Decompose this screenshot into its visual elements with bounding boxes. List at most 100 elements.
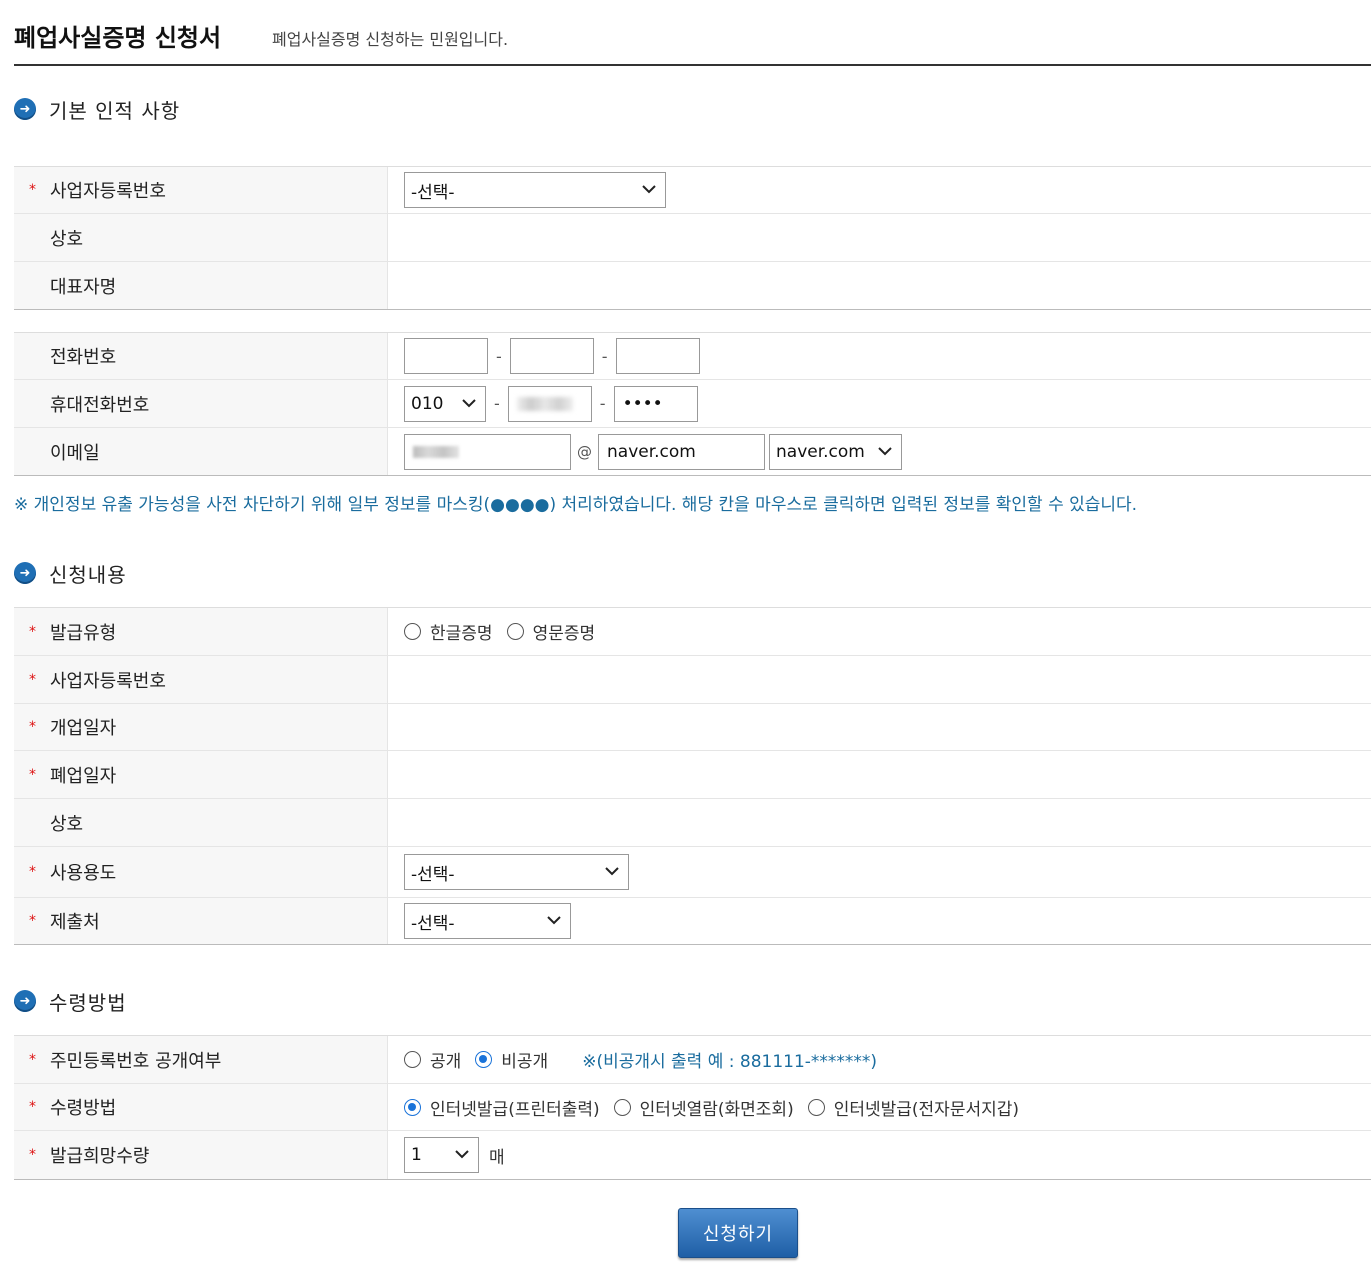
dash: -	[601, 346, 608, 366]
masked-value	[413, 445, 459, 458]
label-rrn-disclosure: 주민등록번호 공개여부	[50, 1050, 222, 1072]
radio-label: 영문증명	[532, 624, 596, 644]
chevron-down-icon	[605, 867, 619, 876]
label-submit-to: 제출처	[50, 912, 100, 933]
radio-internet-view[interactable]: 인터넷열람(화면조회)	[613, 1095, 794, 1120]
required-mark: *	[29, 1147, 36, 1163]
arrow-right-circle-icon: ➜	[14, 990, 36, 1012]
label-receipt-method: 수령방법	[50, 1098, 117, 1119]
row-rrn-disclosure: * 주민등록번호 공개여부 공개 비공개 ※(비공개시 출력 예 : 881111…	[14, 1036, 1371, 1084]
purpose-select-value: -선택-	[411, 864, 455, 885]
radio-rrn-public[interactable]: 공개	[404, 1047, 461, 1072]
copies-unit: 매	[489, 1147, 505, 1168]
radio-button[interactable]	[613, 1098, 631, 1116]
email-domain-input[interactable]: naver.com	[598, 433, 765, 470]
radio-button[interactable]	[506, 623, 524, 640]
row-issue-type: * 발급유형 한글증명 영문증명	[14, 608, 1371, 656]
section-application-header: ➜ 신청내용	[14, 558, 127, 588]
mobile-middle-input[interactable]	[507, 385, 592, 422]
radio-internet-wallet[interactable]: 인터넷발급(전자문서지갑)	[807, 1095, 1020, 1120]
radio-label: 인터넷발급(전자문서지갑)	[833, 1099, 1020, 1120]
section-receipt-header: ➜ 수령방법	[14, 986, 127, 1016]
masked-value	[516, 396, 573, 411]
purpose-select[interactable]: -선택-	[404, 854, 629, 890]
copies-select[interactable]: 1	[404, 1137, 479, 1173]
label-open-date: 개업일자	[50, 718, 117, 739]
row-app-trade-name: 상호	[14, 799, 1371, 847]
radio-button[interactable]	[475, 1051, 493, 1068]
label-trade-name: 상호	[50, 228, 84, 250]
label-issue-type: 발급유형	[50, 622, 117, 644]
row-close-date: * 폐업일자	[14, 751, 1371, 799]
required-mark: *	[29, 623, 36, 640]
page-title: 폐업사실증명 신청서	[14, 24, 222, 52]
mobile-prefix-select[interactable]: 010	[404, 385, 486, 422]
chevron-down-icon	[455, 1150, 469, 1159]
privacy-notice: ※ 개인정보 유출 가능성을 사전 차단하기 위해 일부 정보를 마스킹(●●●…	[14, 495, 1138, 515]
at-sign: @	[577, 442, 592, 461]
radio-korean-cert[interactable]: 한글증명	[404, 619, 493, 644]
radio-rrn-private[interactable]: 비공개	[475, 1047, 548, 1072]
label-email: 이메일	[50, 442, 100, 464]
label-close-date: 폐업일자	[50, 765, 117, 787]
dash: -	[599, 394, 606, 413]
submit-to-select[interactable]: -선택-	[404, 903, 571, 939]
radio-label: 공개	[430, 1052, 462, 1072]
row-purpose: * 사용용도 -선택-	[14, 847, 1371, 898]
required-mark: *	[29, 766, 36, 783]
radio-english-cert[interactable]: 영문증명	[506, 619, 596, 644]
label-trade-name: 상호	[50, 813, 84, 835]
required-mark: *	[29, 913, 36, 929]
row-receipt-method: * 수령방법 인터넷발급(프린터출력) 인터넷열람(화면조회) 인터넷발급(전자문…	[14, 1084, 1371, 1131]
page-header: 폐업사실증명 신청서 폐업사실증명 신청하는 민원입니다.	[14, 14, 1371, 66]
row-copies: * 발급희망수량 1 매	[14, 1131, 1371, 1179]
phone-part1-input[interactable]	[404, 338, 488, 374]
email-id-input[interactable]	[404, 433, 571, 470]
dash: -	[494, 394, 500, 413]
row-trade-name: 상호	[14, 214, 1371, 262]
required-mark: *	[29, 671, 36, 688]
radio-internet-print[interactable]: 인터넷발급(프린터출력)	[404, 1095, 600, 1120]
phone-part3-input[interactable]	[615, 338, 700, 374]
basic-info-table-2: 전화번호 - - 휴대전화번호 010 - - •••• 이메일 @ naver…	[14, 332, 1371, 476]
submit-button[interactable]: 신청하기	[678, 1208, 798, 1258]
mobile-last-value: ••••	[622, 393, 663, 414]
mobile-prefix-value: 010	[411, 393, 444, 414]
section-title: 수령방법	[49, 990, 127, 1015]
biz-reg-no-select-value: -선택-	[411, 182, 455, 203]
required-mark: *	[29, 1099, 36, 1115]
email-domain-select[interactable]: naver.com	[769, 433, 902, 470]
row-open-date: * 개업일자	[14, 704, 1371, 751]
receipt-table: * 주민등록번호 공개여부 공개 비공개 ※(비공개시 출력 예 : 881111…	[14, 1035, 1371, 1180]
chevron-down-icon	[547, 916, 561, 925]
label-purpose: 사용용도	[50, 863, 117, 884]
row-phone: 전화번호 - -	[14, 333, 1371, 380]
label-representative: 대표자명	[50, 276, 117, 298]
row-mobile: 휴대전화번호 010 - - ••••	[14, 380, 1371, 428]
biz-reg-no-select[interactable]: -선택-	[404, 172, 666, 208]
label-phone: 전화번호	[50, 347, 117, 368]
section-title: 신청내용	[49, 562, 127, 587]
mobile-last-input[interactable]: ••••	[613, 385, 698, 422]
row-representative: 대표자명	[14, 262, 1371, 309]
page-subtitle: 폐업사실증명 신청하는 민원입니다.	[272, 30, 509, 49]
label-copies: 발급희망수량	[50, 1146, 150, 1167]
copies-select-value: 1	[411, 1145, 422, 1165]
radio-button[interactable]	[404, 623, 421, 640]
email-domain-select-value: naver.com	[776, 441, 865, 462]
dash: -	[496, 346, 502, 366]
row-submit-to: * 제출처 -선택-	[14, 898, 1371, 944]
phone-part2-input[interactable]	[509, 338, 594, 374]
required-mark: *	[29, 719, 36, 735]
row-app-biz-reg-no: * 사업자등록번호	[14, 656, 1371, 704]
radio-button[interactable]	[807, 1098, 825, 1116]
label-biz-reg-no: 사업자등록번호	[50, 670, 166, 692]
row-email: 이메일 @ naver.com naver.com	[14, 428, 1371, 475]
radio-button[interactable]	[404, 1098, 421, 1116]
radio-label: 비공개	[501, 1052, 549, 1072]
radio-button[interactable]	[404, 1051, 421, 1068]
arrow-right-circle-icon: ➜	[14, 98, 36, 120]
radio-label: 인터넷발급(프린터출력)	[430, 1099, 600, 1120]
rrn-hint: ※(비공개시 출력 예 : 881111-*******)	[582, 1052, 878, 1072]
required-mark: *	[29, 182, 36, 198]
